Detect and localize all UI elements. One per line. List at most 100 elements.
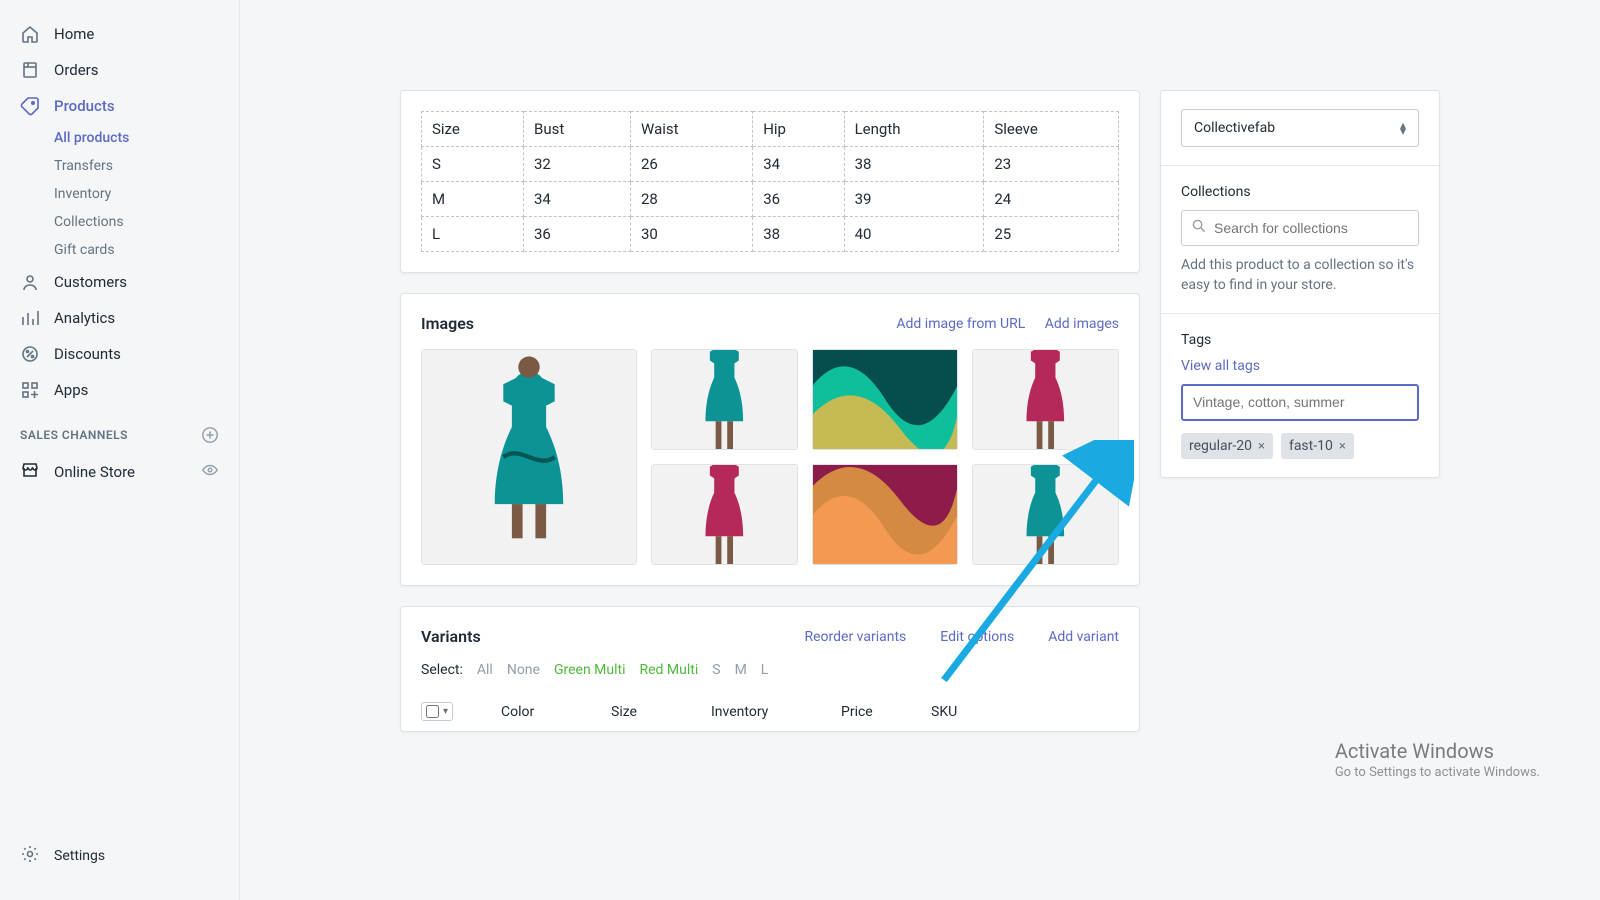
select-label: Select: (421, 662, 463, 678)
size-table-cell: 26 (631, 147, 753, 182)
nav-transfers[interactable]: Transfers (0, 152, 239, 180)
add-images-link[interactable]: Add images (1045, 316, 1119, 332)
collections-help: Add this product to a collection so it's… (1181, 256, 1419, 295)
size-table-cell: 34 (523, 182, 630, 217)
size-table-cell: 30 (631, 217, 753, 252)
product-image-thumb[interactable] (651, 349, 798, 450)
sales-channels-header: SALES CHANNELS (0, 408, 239, 452)
activate-windows-watermark: Activate Windows Go to Settings to activ… (1335, 739, 1540, 780)
gear-icon (20, 844, 40, 868)
home-icon (20, 24, 40, 44)
images-grid (421, 349, 1119, 565)
reorder-variants-link[interactable]: Reorder variants (805, 629, 907, 645)
select-all-checkbox[interactable]: ▾ (421, 702, 453, 721)
nav-label: Orders (54, 61, 99, 79)
product-image-thumb[interactable] (812, 349, 959, 450)
product-image-thumb[interactable] (972, 464, 1119, 565)
add-variant-link[interactable]: Add variant (1048, 629, 1119, 645)
size-table-cell: 23 (984, 147, 1119, 182)
sales-channels-label: SALES CHANNELS (20, 428, 128, 442)
size-table-header: Hip (753, 112, 844, 147)
variant-table-header: ▾ Color Size Inventory Price SKU (421, 702, 1119, 721)
content: SizeBustWaistHipLengthSleeve S3226343823… (380, 0, 1460, 900)
tag-chips: regular-20 × fast-10 × (1181, 433, 1419, 459)
nav-label: Apps (54, 381, 88, 399)
customers-icon (20, 272, 40, 292)
nav-label: Settings (54, 848, 105, 864)
product-image-thumb[interactable] (972, 349, 1119, 450)
nav-inventory[interactable]: Inventory (0, 180, 239, 208)
product-image-main[interactable] (421, 349, 637, 565)
size-table-cell: 38 (844, 147, 984, 182)
size-table-cell: 36 (523, 217, 630, 252)
tag-remove-icon[interactable]: × (1339, 439, 1346, 454)
nav-settings[interactable]: Settings (0, 828, 239, 884)
view-all-tags-link[interactable]: View all tags (1181, 358, 1260, 374)
sidebar: Home Orders Products All products Transf… (0, 0, 240, 900)
tags-input[interactable] (1193, 394, 1407, 410)
edit-options-link[interactable]: Edit options (940, 629, 1014, 645)
variant-select-row: Select: All None Green Multi Red Multi S… (421, 662, 1119, 678)
activate-title: Activate Windows (1335, 739, 1540, 763)
nav-label: Products (54, 97, 115, 115)
activate-sub: Go to Settings to activate Windows. (1335, 765, 1540, 780)
nav-label: Customers (54, 273, 127, 291)
nav-apps[interactable]: Apps (0, 372, 239, 408)
product-image-thumb[interactable] (651, 464, 798, 565)
nav-customers[interactable]: Customers (0, 264, 239, 300)
size-table-cell: 40 (844, 217, 984, 252)
size-table-cell: 32 (523, 147, 630, 182)
add-image-url-link[interactable]: Add image from URL (896, 316, 1025, 332)
store-icon (20, 460, 40, 484)
size-table-cell: 39 (844, 182, 984, 217)
tags-label: Tags (1181, 332, 1419, 348)
select-m[interactable]: M (735, 662, 747, 678)
select-l[interactable]: L (761, 662, 769, 678)
size-table-header: Length (844, 112, 984, 147)
col-color: Color (501, 704, 571, 720)
tags-input-wrap[interactable] (1181, 384, 1419, 421)
vendor-value: Collectivefab (1194, 120, 1275, 136)
size-table-cell: L (422, 217, 524, 252)
col-inventory: Inventory (711, 704, 801, 720)
tag-chip-label: fast-10 (1289, 438, 1333, 454)
apps-icon (20, 380, 40, 400)
col-price: Price (841, 704, 891, 720)
tag-chip-label: regular-20 (1189, 438, 1252, 454)
nav-analytics[interactable]: Analytics (0, 300, 239, 336)
select-green-multi[interactable]: Green Multi (554, 662, 626, 678)
view-store-icon[interactable] (201, 461, 219, 483)
nav-orders[interactable]: Orders (0, 52, 239, 88)
nav-label: Discounts (54, 345, 121, 363)
collections-search[interactable] (1181, 210, 1419, 246)
select-all[interactable]: All (477, 662, 493, 678)
col-sku: SKU (931, 704, 957, 720)
nav-all-products[interactable]: All products (0, 124, 239, 152)
tag-remove-icon[interactable]: × (1258, 439, 1265, 454)
size-table-header: Sleeve (984, 112, 1119, 147)
size-table-row: M3428363924 (422, 182, 1119, 217)
variants-title: Variants (421, 627, 481, 646)
nav-home[interactable]: Home (0, 16, 239, 52)
collections-input[interactable] (1214, 220, 1408, 236)
size-table-header: Size (422, 112, 524, 147)
select-red-multi[interactable]: Red Multi (640, 662, 699, 678)
nav-collections[interactable]: Collections (0, 208, 239, 236)
nav-gift-cards[interactable]: Gift cards (0, 236, 239, 264)
nav-products[interactable]: Products (0, 88, 239, 124)
product-image-thumb[interactable] (812, 464, 959, 565)
nav-online-store[interactable]: Online Store (0, 452, 239, 492)
tag-chip: fast-10 × (1281, 433, 1354, 459)
size-table: SizeBustWaistHipLengthSleeve S3226343823… (421, 111, 1119, 252)
orders-icon (20, 60, 40, 80)
size-card: SizeBustWaistHipLengthSleeve S3226343823… (400, 90, 1140, 273)
size-table-row: S3226343823 (422, 147, 1119, 182)
nav-discounts[interactable]: Discounts (0, 336, 239, 372)
vendor-select[interactable]: Collectivefab ▴▾ (1181, 109, 1419, 147)
size-table-cell: 36 (753, 182, 844, 217)
size-table-cell: S (422, 147, 524, 182)
select-s[interactable]: S (712, 662, 720, 678)
images-card: Images Add image from URL Add images (400, 293, 1140, 586)
select-none[interactable]: None (507, 662, 540, 678)
add-channel-icon[interactable] (201, 426, 219, 444)
